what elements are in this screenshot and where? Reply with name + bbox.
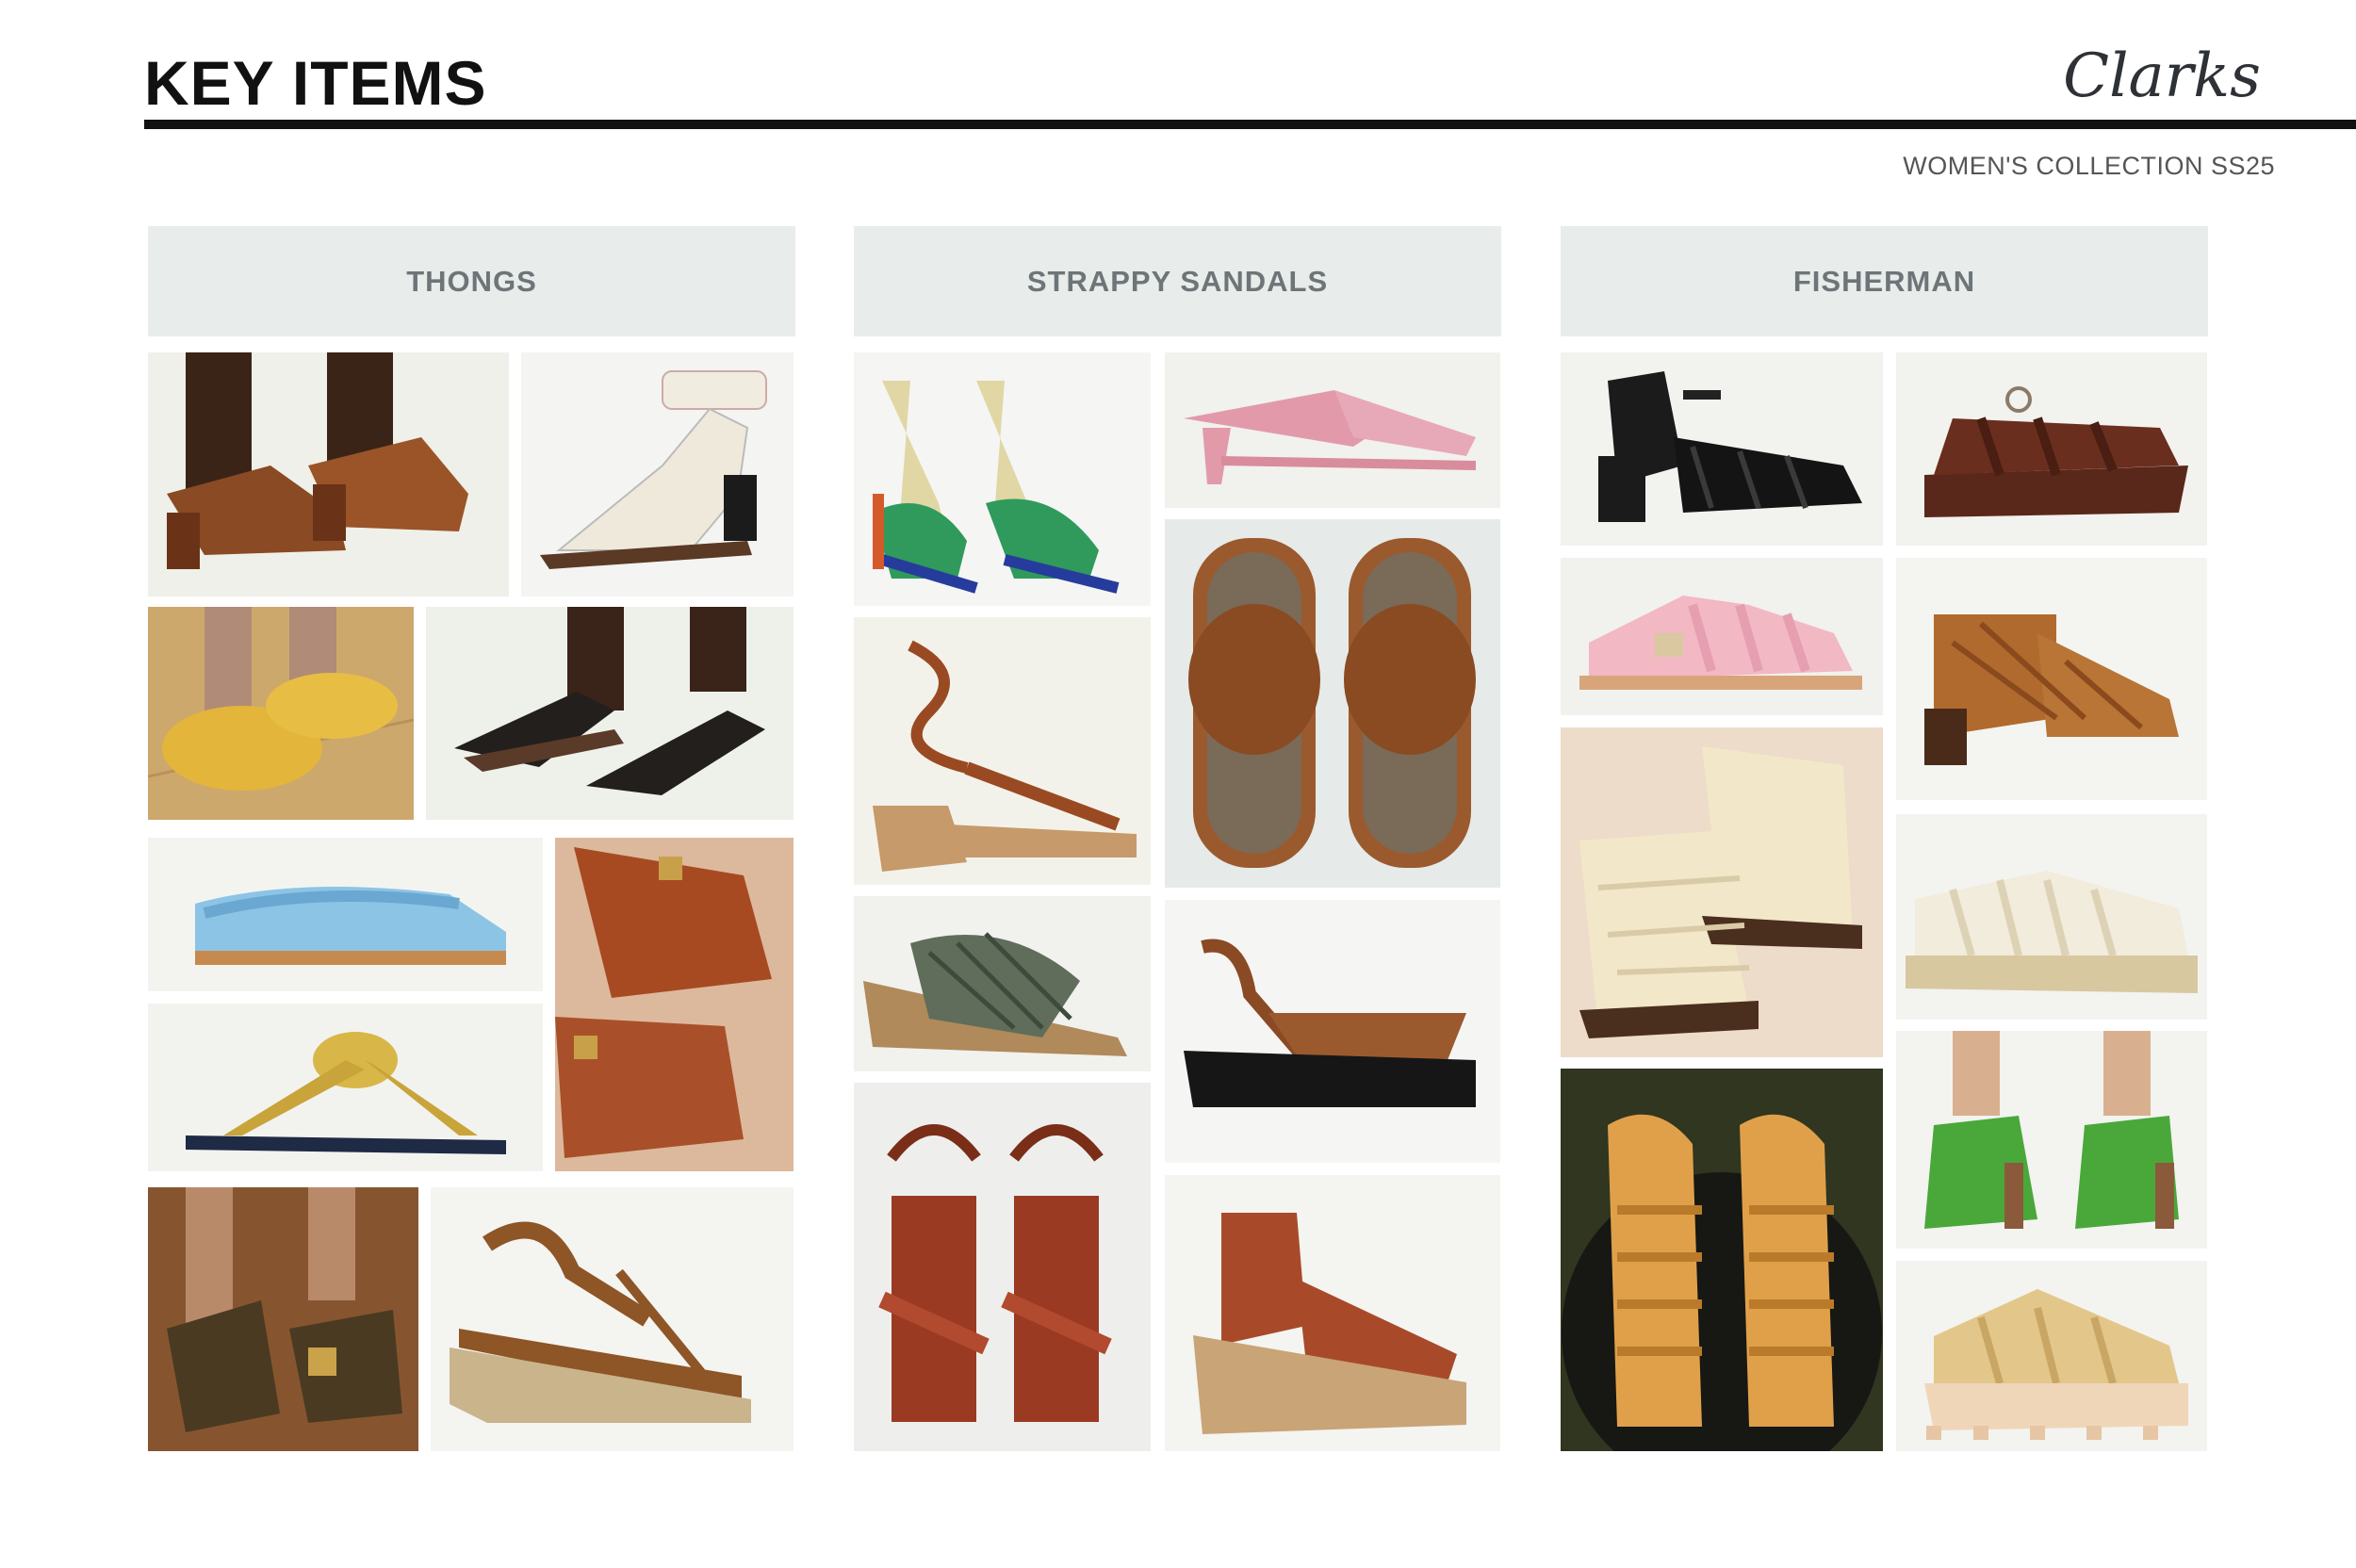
- fisherman-photo-espadrille: [1896, 814, 2207, 1020]
- fisherman-photo-tan-heeled: [1896, 558, 2207, 800]
- fisherman-photo-pink-flat: [1561, 558, 1883, 715]
- strappy-photo-knot-slide: [1165, 519, 1500, 888]
- strappy-photo-gladiator-flat: [854, 1083, 1151, 1451]
- thong-photo-white-ankle-strap: [521, 352, 794, 596]
- fisherman-photo-brown-platform: [1896, 352, 2207, 546]
- clarks-logo: Clarks: [2063, 41, 2261, 111]
- thong-photo-brown-heeled: [148, 352, 509, 596]
- thongs-heading: THONGS: [148, 226, 795, 336]
- fisherman-photo-green-heel: [1896, 1031, 2207, 1249]
- fisherman-photo-black-block: [1561, 352, 1883, 546]
- thong-photo-black-flat: [426, 607, 794, 820]
- thong-photo-gold-flat: [148, 1004, 543, 1171]
- thong-photo-yellow-slide: [148, 607, 414, 820]
- thong-photo-espadrille-wedge: [431, 1187, 794, 1451]
- header-rule: [144, 120, 2356, 129]
- thong-photo-tan-crossover: [555, 838, 794, 1171]
- strappy-photo-cork-wedge: [1165, 1175, 1500, 1451]
- svg-text:Clarks: Clarks: [2063, 41, 2261, 111]
- strappy-photo-pink-mule: [1165, 352, 1500, 508]
- strappy-photo-woven-wedge: [854, 896, 1151, 1071]
- strappy-photo-platform-wrap: [1165, 900, 1500, 1163]
- page-title: KEY ITEMS: [144, 48, 487, 118]
- fisherman-photo-natural-lug: [1896, 1261, 2207, 1451]
- strappy-sandals-heading: STRAPPY SANDALS: [854, 226, 1501, 336]
- fisherman-heading: FISHERMAN: [1561, 226, 2208, 336]
- thong-photo-snake-buckle: [148, 1187, 418, 1451]
- fisherman-photo-yellow-clog: [1561, 1069, 1883, 1451]
- fisherman-photo-cream-chunky: [1561, 727, 1883, 1057]
- strappy-photo-cork-block: [854, 617, 1151, 885]
- strappy-photo-multicolor-stiletto: [854, 352, 1151, 606]
- thong-photo-blue-platform: [148, 838, 543, 991]
- collection-subtitle: WOMEN'S COLLECTION SS25: [1903, 152, 2275, 180]
